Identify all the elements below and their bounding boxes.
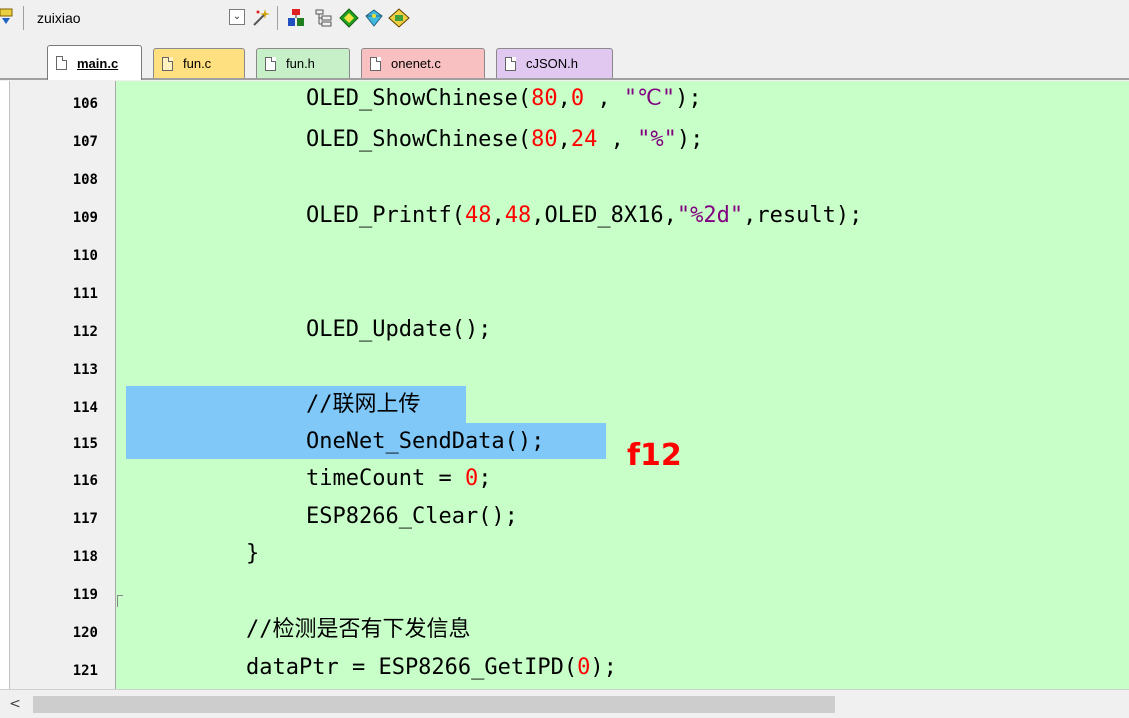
file-icon bbox=[505, 56, 516, 71]
code-text: , bbox=[557, 127, 571, 152]
line-number: 107 bbox=[72, 134, 98, 150]
code-text: ); bbox=[590, 655, 617, 680]
gutter-border bbox=[115, 81, 116, 689]
code-line-115[interactable]: OneNet_SendData(); bbox=[306, 427, 544, 457]
code-text: , bbox=[557, 86, 571, 111]
scrollbar-thumb[interactable] bbox=[33, 696, 835, 713]
scroll-left-icon[interactable]: < bbox=[6, 695, 24, 713]
tab-main-c[interactable]: main.c bbox=[47, 45, 142, 80]
code-line-114[interactable]: //联网上传 bbox=[306, 390, 421, 420]
green-diamond-icon[interactable] bbox=[338, 7, 360, 29]
code-line-120[interactable]: //检测是否有下发信息 bbox=[246, 615, 471, 645]
tab-fun-c[interactable]: fun.c bbox=[153, 48, 245, 78]
target-select[interactable]: zuixiao bbox=[37, 10, 81, 26]
code-line-109[interactable]: OLED_Printf(48,48,OLED_8X16,"%2d",result… bbox=[306, 201, 862, 231]
line-number: 119 bbox=[72, 587, 98, 603]
options-wand-icon[interactable] bbox=[250, 7, 272, 29]
line-number: 113 bbox=[72, 362, 98, 378]
toolbar-separator bbox=[23, 6, 24, 30]
tab-onenet-c[interactable]: onenet.c bbox=[361, 48, 485, 78]
tab-label: onenet.c bbox=[391, 56, 441, 71]
line-number: 120 bbox=[72, 625, 98, 641]
code-text: ); bbox=[675, 86, 702, 111]
line-number: 106 bbox=[72, 96, 98, 112]
code-line-121[interactable]: dataPtr = ESP8266_GetIPD(0); bbox=[246, 653, 617, 683]
line-number: 121 bbox=[72, 663, 98, 679]
file-icon bbox=[370, 56, 381, 71]
line-number: 110 bbox=[72, 248, 98, 264]
code-string: "℃" bbox=[623, 86, 676, 111]
file-icon bbox=[162, 56, 173, 71]
fold-marker bbox=[117, 595, 123, 596]
code-number: 0 bbox=[577, 655, 591, 680]
code-string: "%" bbox=[637, 127, 677, 152]
manage-components-icon[interactable] bbox=[285, 7, 307, 29]
line-number: 116 bbox=[72, 473, 98, 489]
code-text: timeCount = bbox=[306, 466, 465, 491]
line-number: 114 bbox=[72, 400, 98, 416]
code-line-107[interactable]: OLED_ShowChinese(80,24 , "%"); bbox=[306, 125, 703, 155]
code-text: ); bbox=[676, 127, 704, 152]
code-number: 80 bbox=[531, 127, 558, 152]
code-text: , bbox=[584, 86, 624, 111]
code-text: dataPtr = ESP8266_GetIPD( bbox=[246, 655, 578, 680]
code-line-106[interactable]: OLED_ShowChinese(80,0 , "℃"); bbox=[306, 84, 702, 114]
code-text: OLED_ShowChinese( bbox=[306, 86, 532, 111]
rte-icon[interactable] bbox=[388, 7, 410, 29]
code-number: 0 bbox=[464, 466, 479, 491]
line-number: 111 bbox=[72, 286, 98, 302]
line-number: 109 bbox=[72, 210, 98, 226]
load-icon[interactable] bbox=[0, 7, 14, 27]
line-number: 117 bbox=[72, 511, 98, 527]
file-icon bbox=[56, 56, 67, 70]
line-number: 118 bbox=[72, 549, 98, 565]
code-string: "%2d" bbox=[676, 203, 744, 228]
code-text: ,OLED_8X16, bbox=[531, 203, 677, 228]
file-extensions-icon[interactable] bbox=[313, 7, 335, 29]
code-line-117[interactable]: ESP8266_Clear(); bbox=[306, 502, 518, 532]
code-number: 80 bbox=[531, 86, 558, 111]
code-number: 48 bbox=[504, 203, 532, 228]
tab-label: main.c bbox=[77, 55, 119, 71]
code-text: , bbox=[597, 127, 638, 152]
code-number: 0 bbox=[570, 86, 585, 111]
fold-marker bbox=[117, 595, 118, 607]
dropdown-arrow-icon[interactable]: ⌄ bbox=[229, 9, 245, 25]
file-icon bbox=[265, 56, 276, 71]
line-number: 108 bbox=[72, 172, 98, 188]
code-editor[interactable]: 106 107 108 109 110 111 112 113 114 115 … bbox=[0, 81, 1129, 689]
line-number: 115 bbox=[72, 436, 98, 452]
tab-label: fun.h bbox=[286, 56, 315, 71]
tab-strip-border bbox=[0, 78, 1129, 80]
code-number: 24 bbox=[570, 127, 598, 152]
code-text: OLED_Printf( bbox=[306, 203, 465, 228]
tab-cjson-h[interactable]: cJSON.h bbox=[496, 48, 613, 78]
pack-installer-icon[interactable] bbox=[363, 7, 385, 29]
code-text: ; bbox=[478, 466, 492, 491]
tab-label: cJSON.h bbox=[526, 56, 579, 71]
tab-fun-h[interactable]: fun.h bbox=[256, 48, 350, 78]
code-text: , bbox=[491, 203, 505, 228]
line-number: 112 bbox=[72, 324, 98, 340]
editor-left-margin bbox=[0, 81, 10, 689]
toolbar-separator bbox=[277, 6, 278, 30]
code-number: 48 bbox=[464, 203, 492, 228]
code-line-112[interactable]: OLED_Update(); bbox=[306, 315, 491, 345]
horizontal-scrollbar[interactable]: < bbox=[0, 689, 1129, 718]
toolbar: zuixiao ⌄ bbox=[0, 0, 1129, 36]
tab-label: fun.c bbox=[183, 56, 212, 71]
code-line-116[interactable]: timeCount = 0; bbox=[306, 464, 491, 494]
f12-annotation: f12 bbox=[627, 438, 682, 473]
code-text: OLED_ShowChinese( bbox=[306, 127, 532, 152]
code-line-118[interactable]: } bbox=[246, 539, 259, 569]
code-text: ,result); bbox=[743, 203, 863, 228]
